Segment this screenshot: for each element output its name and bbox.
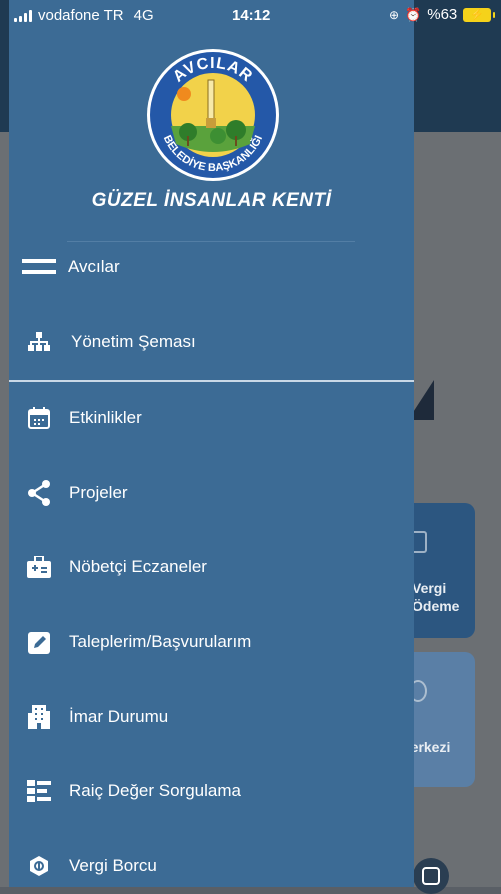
navigation-drawer: AVCILAR BELEDİYE BAŞKANLIĞI GÜZEL İNSANL… — [9, 0, 414, 887]
card-label-line-2: Ödeme — [412, 598, 460, 614]
menu-label: Raiç Değer Sorgulama — [69, 781, 241, 800]
menu-label: Taleplerim/Başvurularım — [69, 632, 252, 651]
share-icon — [9, 478, 69, 508]
divider — [67, 241, 355, 242]
org-chart-icon — [9, 327, 69, 357]
clock: 14:12 — [232, 7, 271, 24]
avcilar-municipality-logo: AVCILAR BELEDİYE BAŞKANLIĞI — [147, 49, 279, 181]
menu-item-taleplerim[interactable]: Taleplerim/Başvurularım — [9, 618, 414, 666]
list-query-icon — [9, 776, 69, 806]
building-icon — [9, 702, 69, 732]
battery-charging-icon: ⚡ — [463, 7, 496, 22]
menu-label: Projeler — [69, 483, 128, 502]
menu-label: Yönetim Şeması — [71, 332, 196, 351]
menu-item-nobetci-eczaneler[interactable]: Nöbetçi Eczaneler — [9, 543, 414, 591]
calendar-icon — [9, 403, 69, 433]
status-bar: vodafone TR 4G 14:12 ⊕ ⏰ %63 ⚡ — [0, 0, 501, 34]
menu-label: Etkinlikler — [69, 408, 142, 427]
menu-label: Avcılar — [68, 257, 120, 276]
menu-item-etkinlikler[interactable]: Etkinlikler — [9, 394, 414, 442]
status-right: ⊕ ⏰ %63 ⚡ — [389, 6, 496, 23]
carrier-name: vodafone TR — [38, 7, 124, 24]
edit-request-icon — [9, 627, 69, 657]
tax-icon — [9, 851, 69, 881]
carrier-info: vodafone TR 4G — [14, 7, 154, 24]
menu-item-vergi-borcu[interactable]: Vergi Borcu — [9, 842, 414, 890]
menu-item-imar-durumu[interactable]: İmar Durumu — [9, 693, 414, 741]
card-label-line-1: Vergi — [412, 580, 447, 596]
menu-item-raic-deger[interactable]: Raiç Değer Sorgulama — [9, 767, 414, 815]
alarm-icon: ⏰ — [405, 6, 422, 22]
signal-icon — [14, 9, 32, 22]
network-type: 4G — [133, 7, 154, 24]
menu-label: İmar Durumu — [69, 707, 169, 726]
slogan: GÜZEL İNSANLAR KENTİ — [91, 190, 332, 211]
section-divider — [9, 380, 414, 382]
hamburger-menu-icon — [9, 252, 69, 282]
pharmacy-icon — [9, 552, 69, 582]
menu-label: Vergi Borcu — [69, 856, 157, 875]
menu-item-yonetim-semasi[interactable]: Yönetim Şeması — [9, 318, 414, 366]
screen-rotation-icon: ⊕ — [389, 7, 400, 22]
instagram-icon[interactable] — [413, 858, 449, 894]
menu-item-projeler[interactable]: Projeler — [9, 469, 414, 517]
menu-item-avcilar[interactable]: Avcılar — [9, 243, 414, 291]
battery-percent: %63 — [427, 6, 458, 23]
menu-label: Nöbetçi Eczaneler — [69, 557, 207, 576]
